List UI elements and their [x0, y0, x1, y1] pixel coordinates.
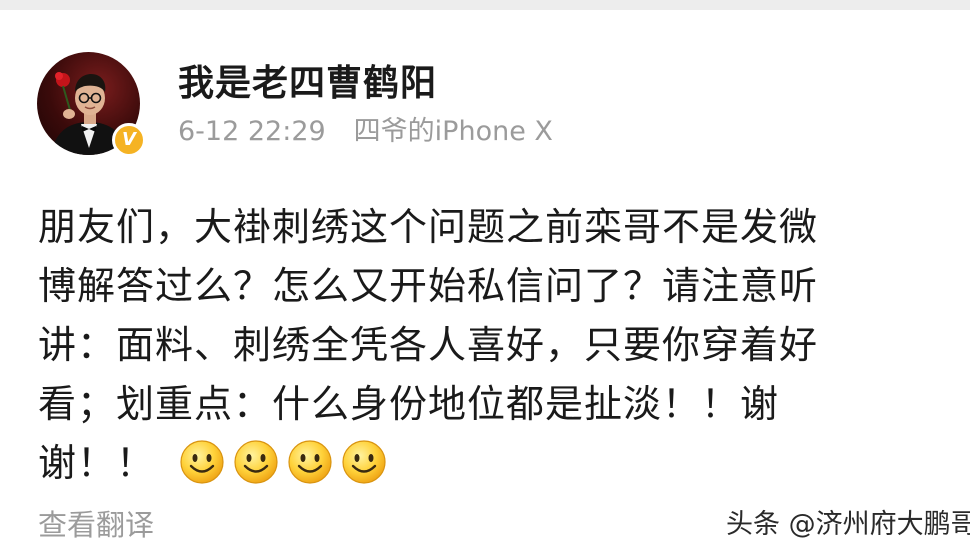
content-line: 看；划重点：什么身份地位都是扯淡！！谢: [38, 382, 780, 426]
content-line: 讲：面料、刺绣全凭各人喜好，只要你穿着好: [38, 323, 819, 367]
post-timestamp: 6-12 22:29: [178, 116, 326, 147]
top-divider: [0, 0, 970, 10]
verified-badge-label: V: [122, 129, 136, 150]
content-line: 博解答过么？怎么又开始私信问了？请注意听: [38, 264, 819, 308]
content-line: 朋友们，大褂刺绣这个问题之前栾哥不是发微: [38, 205, 819, 249]
post-content: 朋友们，大褂刺绣这个问题之前栾哥不是发微 博解答过么？怎么又开始私信问了？请注意…: [38, 198, 938, 493]
verified-badge-icon: V: [112, 123, 146, 157]
smiley-icon: [342, 439, 386, 484]
weibo-post: V 我是老四曹鹤阳 6-12 22:29 四爷的iPhone X 朋友们，大褂刺绣…: [0, 10, 970, 556]
smiley-icon: [288, 439, 332, 484]
content-line-last: 谢！！: [38, 434, 938, 493]
emoji-row: [179, 439, 387, 485]
smiley-icon: [180, 439, 224, 484]
translate-link[interactable]: 查看翻译: [38, 505, 154, 545]
username[interactable]: 我是老四曹鹤阳: [178, 62, 437, 106]
content-line: 谢！！: [38, 441, 156, 485]
post-device: 四爷的iPhone X: [353, 116, 553, 147]
post-meta: 6-12 22:29 四爷的iPhone X: [178, 114, 553, 150]
avatar-container[interactable]: V: [37, 52, 146, 157]
watermark: 头条 @济州府大鹏哥: [726, 509, 970, 540]
smiley-icon: [234, 439, 278, 484]
